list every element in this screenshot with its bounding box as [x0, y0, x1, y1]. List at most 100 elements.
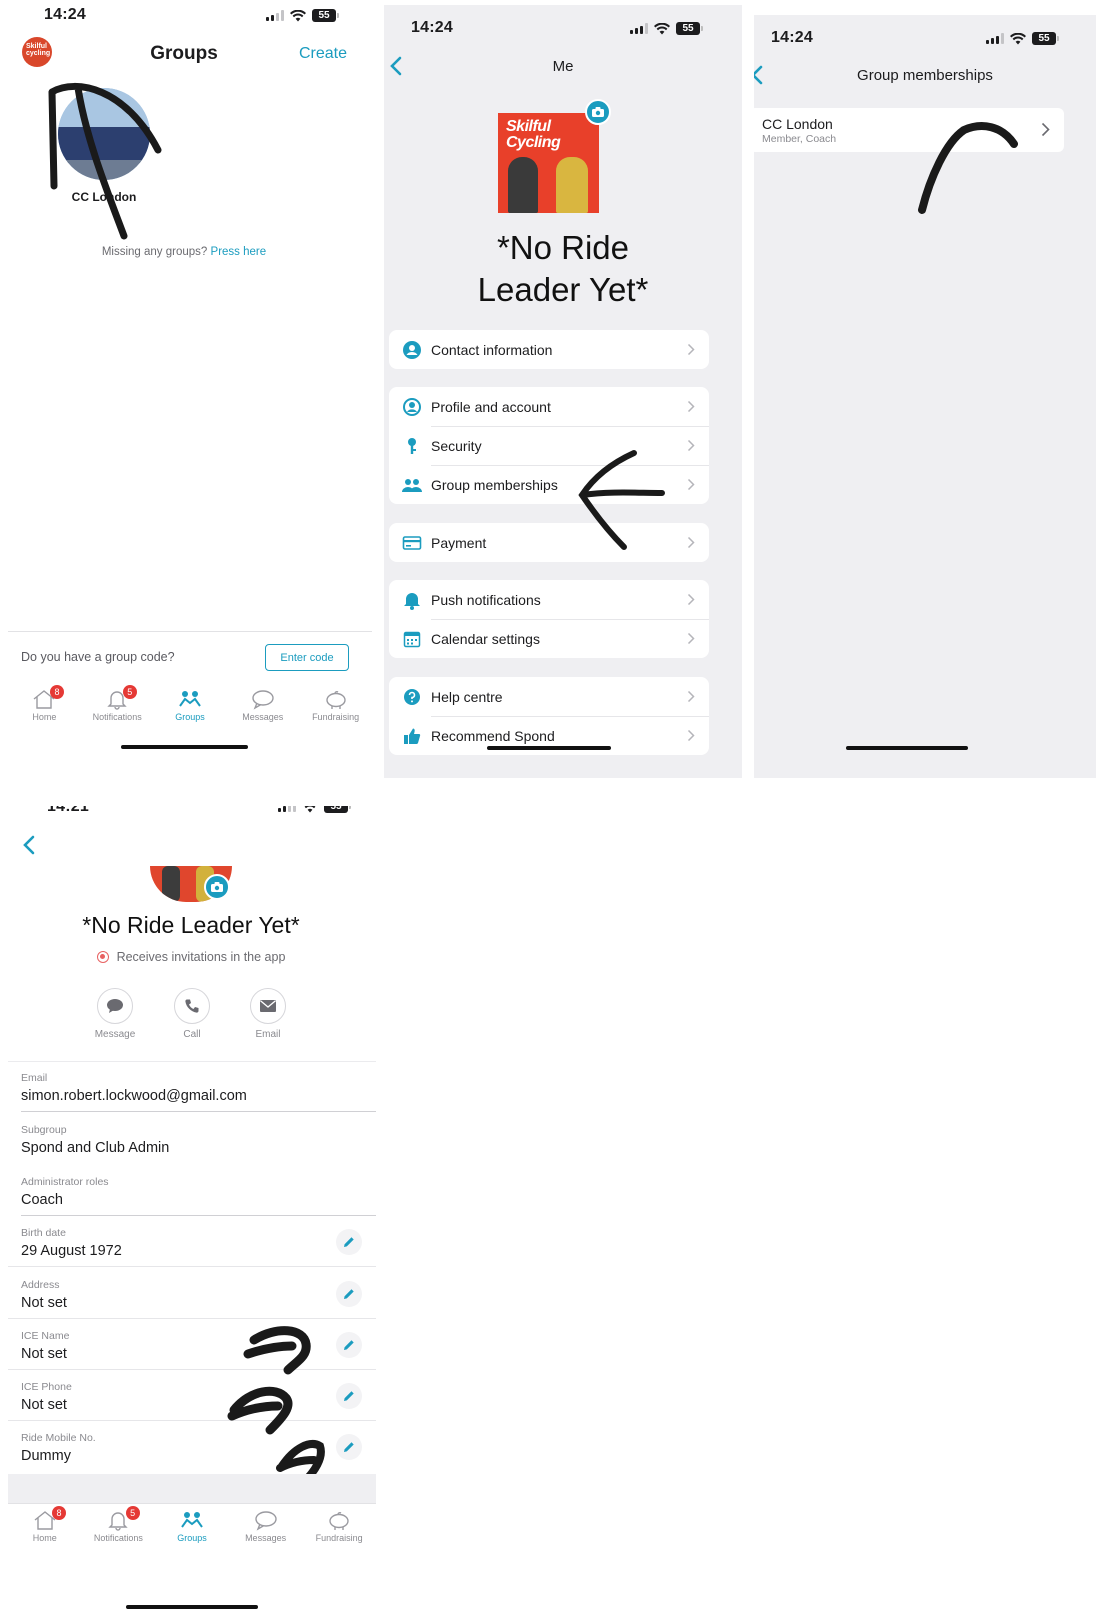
- camera-icon[interactable]: [204, 874, 230, 900]
- field-email[interactable]: Email simon.robert.lockwood@gmail.com: [8, 1062, 376, 1112]
- tab-groups[interactable]: Groups: [154, 688, 227, 722]
- chevron-right-icon: [687, 729, 695, 742]
- chevron-right-icon: [687, 593, 695, 606]
- edit-ride-mobile-button[interactable]: [336, 1434, 362, 1460]
- menu-item-security[interactable]: Security: [389, 426, 709, 465]
- home-indicator: [121, 745, 248, 749]
- tab-fundraising[interactable]: Fundraising: [302, 1509, 376, 1543]
- status-bar: 14:24 55: [8, 4, 372, 34]
- profile-photo[interactable]: Skilful Cycling: [498, 113, 599, 213]
- email-icon: [260, 1000, 276, 1012]
- pencil-icon: [344, 1340, 354, 1350]
- chevron-right-icon: [1041, 122, 1050, 137]
- battery-icon: 55: [676, 22, 703, 35]
- signal-icon: [986, 33, 1004, 44]
- press-here-link[interactable]: Press here: [211, 246, 267, 258]
- status-time: 14:24: [771, 29, 813, 46]
- menu-item-help-centre[interactable]: Help centre: [389, 677, 709, 716]
- pencil-icon: [344, 1391, 354, 1401]
- edit-ice-phone-button[interactable]: [336, 1383, 362, 1409]
- membership-roles: Member, Coach: [762, 133, 837, 145]
- menu-item-payment[interactable]: Payment: [389, 523, 709, 562]
- chat-icon: [254, 1511, 277, 1531]
- tab-messages[interactable]: Messages: [226, 688, 299, 722]
- chevron-right-icon: [687, 343, 695, 356]
- chevron-right-icon: [687, 690, 695, 703]
- battery-icon: 55: [312, 9, 339, 22]
- tab-fundraising[interactable]: Fundraising: [299, 688, 372, 722]
- group-icon: [402, 478, 422, 492]
- signal-icon: [266, 10, 284, 21]
- edit-ice-name-button[interactable]: [336, 1332, 362, 1358]
- camera-icon[interactable]: [585, 99, 611, 125]
- group-code-question: Do you have a group code?: [21, 650, 175, 664]
- membership-group-name: CC London: [762, 116, 833, 132]
- piggy-bank-icon: [329, 1511, 349, 1530]
- field-birth-date: Birth date 29 August 1972: [8, 1217, 376, 1267]
- group-memberships-screen: 14:24 55 Group memberships CC London Mem…: [754, 15, 1096, 778]
- profile-name: *No Ride Leader Yet*: [477, 229, 649, 308]
- signal-icon: [630, 23, 648, 34]
- message-action[interactable]: Message: [85, 988, 145, 1040]
- card-account: Profile and account Security Group membe…: [389, 387, 709, 504]
- pencil-icon: [344, 1237, 354, 1247]
- field-ride-mobile-no: Ride Mobile No. Dummy: [8, 1422, 376, 1472]
- card-settings: Push notifications Calendar settings: [389, 580, 709, 658]
- badge-notifications: 5: [125, 1506, 140, 1520]
- home-indicator: [126, 1605, 258, 1609]
- chat-icon: [252, 690, 274, 710]
- badge-home: 8: [52, 1506, 66, 1520]
- field-administrator-roles: Administrator roles Coach: [8, 1166, 376, 1216]
- menu-item-push-notifications[interactable]: Push notifications: [389, 580, 709, 619]
- key-icon: [408, 437, 416, 454]
- chevron-right-icon: [687, 536, 695, 549]
- group-image-cc-london[interactable]: [58, 88, 150, 180]
- pencil-icon: [344, 1442, 354, 1452]
- message-icon: [107, 999, 123, 1013]
- status-time: 14:24: [44, 6, 86, 23]
- email-action[interactable]: Email: [238, 988, 298, 1040]
- wifi-icon: [654, 22, 670, 34]
- menu-item-calendar-settings[interactable]: Calendar settings: [389, 619, 709, 658]
- status-bar: 14:21 55: [8, 806, 386, 828]
- home-indicator: [846, 746, 968, 750]
- status-bar: 14:24 55: [384, 19, 742, 49]
- app-status-icon: [96, 951, 109, 963]
- badge-notifications: 5: [122, 685, 137, 699]
- back-chevron-icon[interactable]: [20, 834, 38, 856]
- wifi-icon: [290, 9, 306, 21]
- field-ice-phone: ICE Phone Not set: [8, 1371, 376, 1421]
- edit-birth-date-button[interactable]: [336, 1229, 362, 1255]
- battery-icon: 55: [324, 806, 351, 813]
- tab-messages[interactable]: Messages: [229, 1509, 303, 1543]
- calendar-icon: [403, 631, 421, 647]
- create-button[interactable]: Create: [299, 45, 347, 63]
- menu-item-profile-and-account[interactable]: Profile and account: [389, 387, 709, 426]
- call-action[interactable]: Call: [162, 988, 222, 1040]
- chevron-right-icon: [687, 439, 695, 452]
- tab-notifications[interactable]: 5 Notifications: [82, 1506, 156, 1543]
- phone-icon: [185, 999, 199, 1013]
- enter-code-button[interactable]: Enter code: [265, 644, 349, 671]
- signal-icon: [278, 806, 296, 812]
- help-icon: [404, 688, 420, 705]
- tab-bar: 8 Home 5 Notifications Groups Messages F…: [8, 1506, 376, 1543]
- menu-item-contact-information[interactable]: Contact information: [389, 330, 709, 369]
- tab-groups[interactable]: Groups: [155, 1509, 229, 1543]
- tab-home[interactable]: 8 Home: [8, 1506, 82, 1543]
- status-time: 14:21: [47, 806, 89, 815]
- field-ice-name: ICE Name Not set: [8, 1320, 376, 1370]
- menu-item-group-memberships[interactable]: Group memberships: [389, 465, 709, 504]
- field-address: Address Not set: [8, 1269, 376, 1319]
- tab-notifications[interactable]: 5 Notifications: [81, 685, 154, 722]
- wifi-icon: [1010, 32, 1026, 44]
- card-payment: Payment: [389, 523, 709, 562]
- member-profile-screen: 14:21 55 *No Ride Leader Yet* Receives i…: [8, 806, 386, 1609]
- tab-home[interactable]: 8 Home: [8, 685, 81, 722]
- profile-icon: [403, 397, 421, 416]
- edit-address-button[interactable]: [336, 1281, 362, 1307]
- group-name[interactable]: CC London: [44, 190, 164, 204]
- bell-icon: [404, 592, 420, 610]
- card-icon: [402, 535, 422, 550]
- membership-item-cc-london[interactable]: CC London Member, Coach: [754, 108, 1064, 152]
